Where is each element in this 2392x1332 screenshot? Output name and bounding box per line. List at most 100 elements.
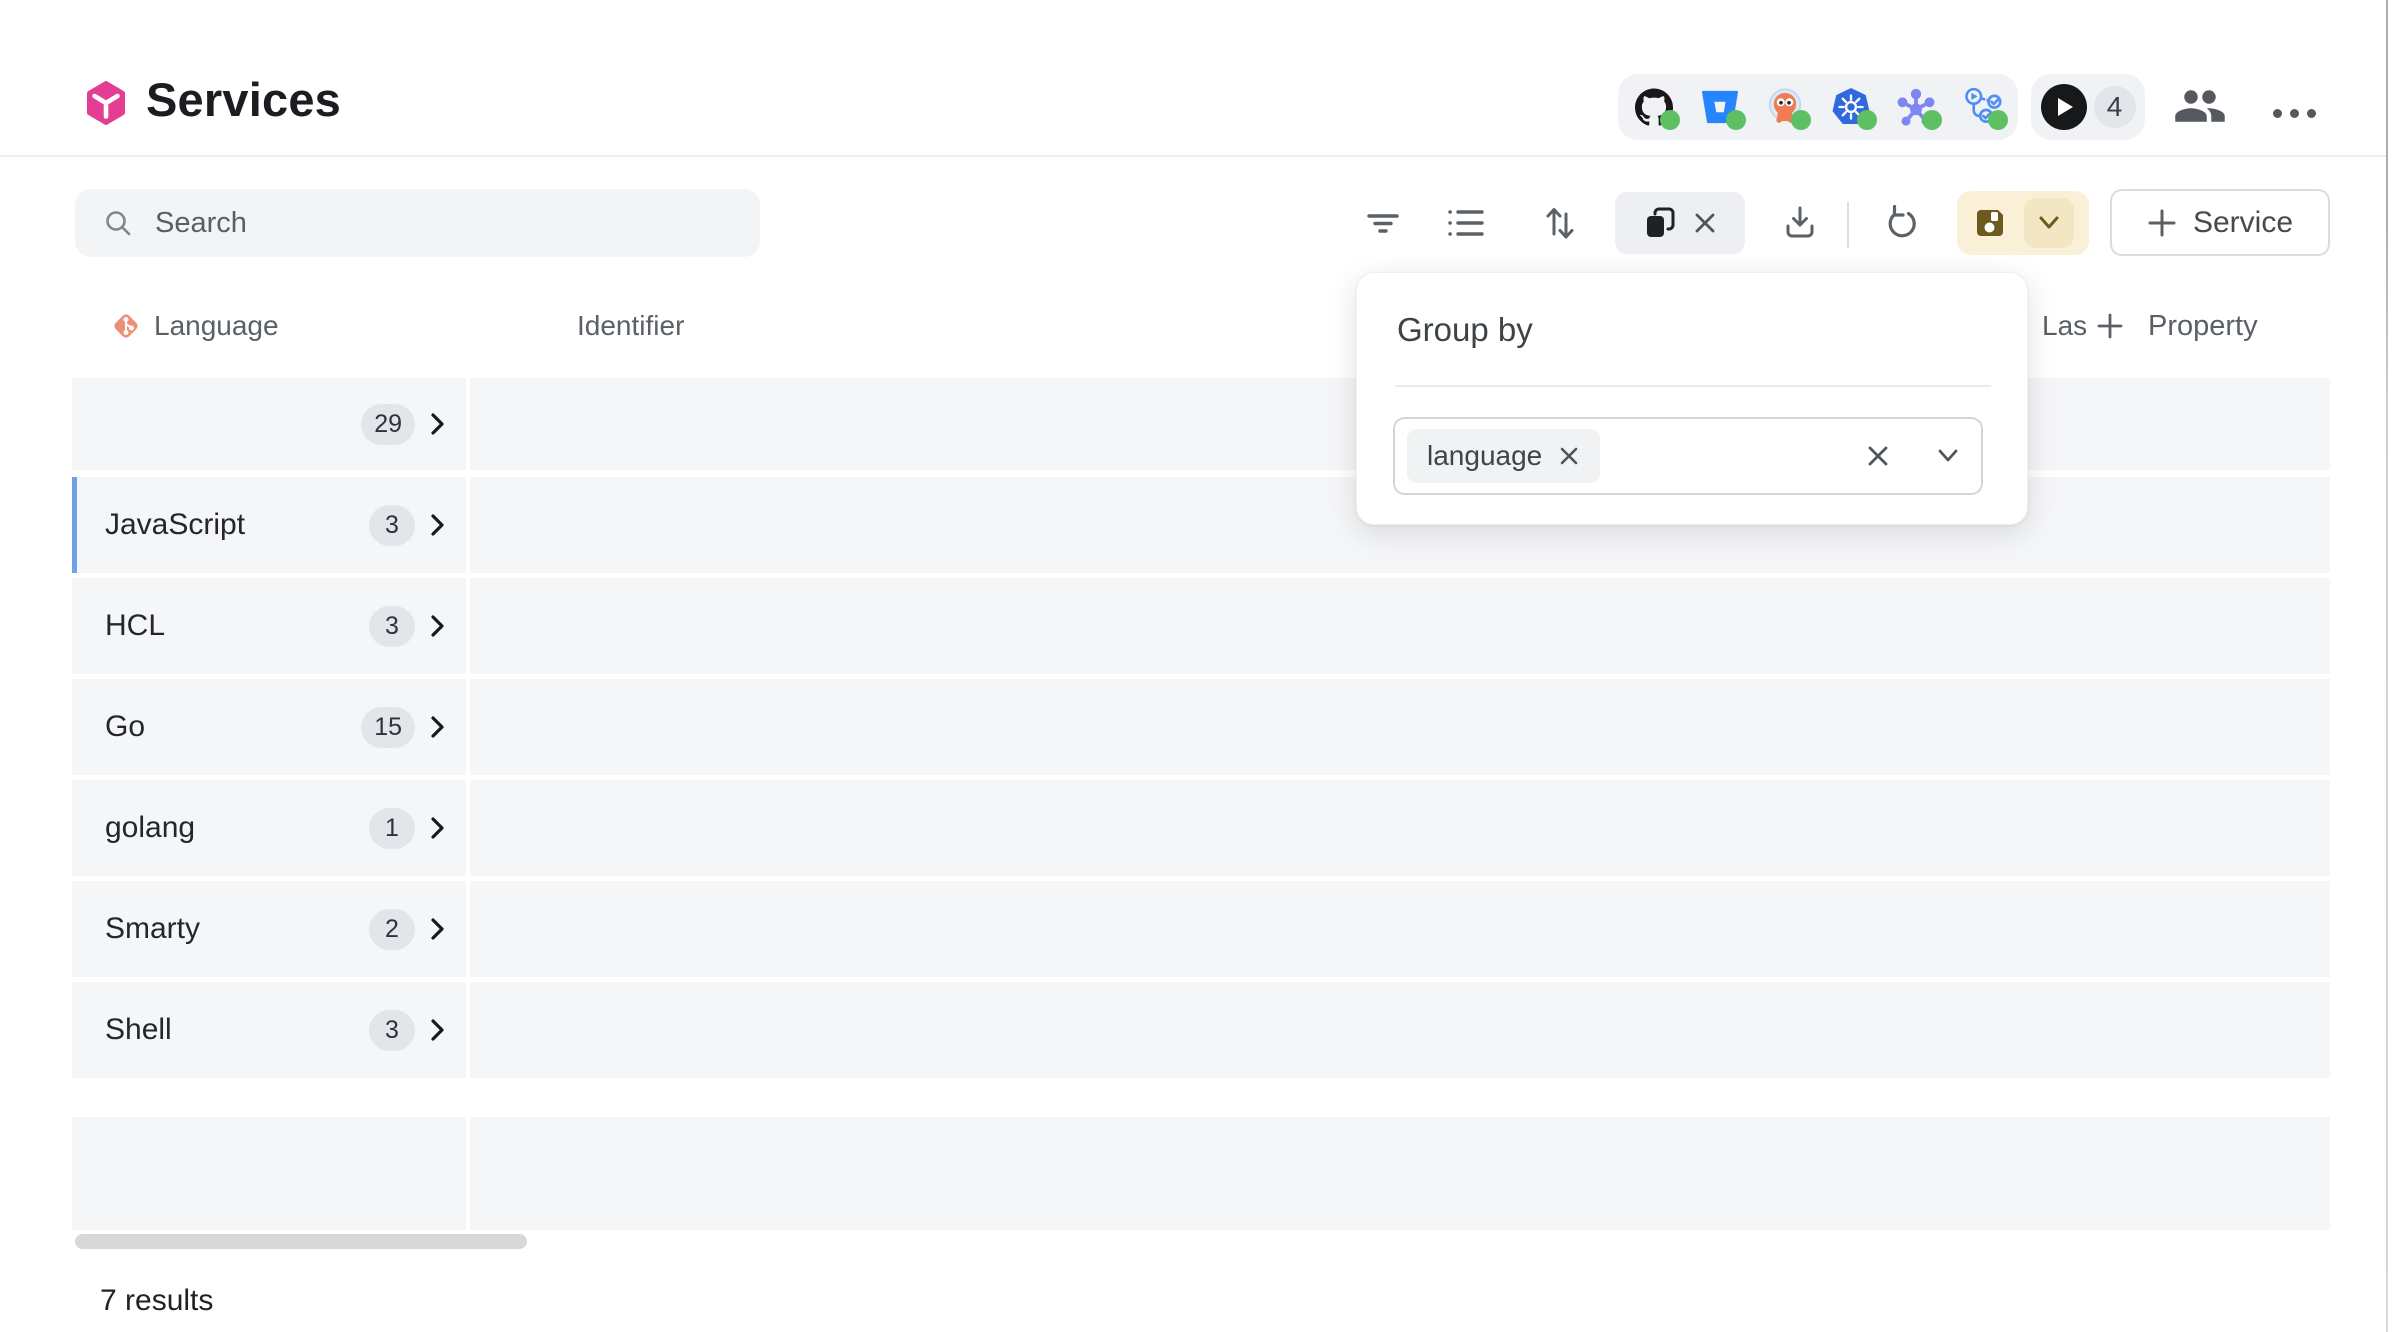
row-count-badge: 2: [369, 909, 415, 950]
row-detail-area: [470, 780, 2330, 876]
filter-icon[interactable]: [1361, 201, 1405, 245]
git-icon: [110, 310, 142, 342]
download-icon[interactable]: [1778, 201, 1822, 245]
row-count-badge: 15: [361, 707, 415, 748]
save-options-button[interactable]: [2024, 198, 2074, 248]
group-row-cell[interactable]: Go 15: [72, 679, 466, 775]
results-count: 7 results: [100, 1284, 213, 1318]
column-header-language[interactable]: Language: [110, 308, 279, 344]
group-row-cell[interactable]: Smarty 2: [72, 881, 466, 977]
row-detail-area: [470, 881, 2330, 977]
plus-icon: [2147, 208, 2177, 238]
github-icon[interactable]: [1634, 87, 1674, 127]
argocd-status-dot: [1791, 110, 1811, 130]
group-row-cell[interactable]: HCL 3: [72, 578, 466, 674]
column-header-identifier[interactable]: Identifier: [577, 308, 684, 344]
row-detail-area: [470, 982, 2330, 1078]
play-icon[interactable]: [2041, 84, 2087, 130]
add-service-label: Service: [2193, 206, 2293, 240]
table-row[interactable]: HCL 3: [72, 578, 2330, 674]
workflow-status-dot: [1988, 110, 2008, 130]
group-by-chip-label: language: [1427, 440, 1542, 472]
row-count-badge: 3: [369, 1010, 415, 1051]
row-count-badge: 3: [369, 606, 415, 647]
group-by-button[interactable]: [1615, 192, 1745, 254]
group-by-panel-divider: [1395, 385, 1991, 387]
chevron-right-icon[interactable]: [429, 815, 446, 841]
chevron-right-icon[interactable]: [429, 411, 446, 437]
list-view-icon[interactable]: [1444, 201, 1488, 245]
row-count-badge: 1: [369, 808, 415, 849]
cluster-hub-icon[interactable]: [1896, 87, 1936, 127]
search-icon: [103, 208, 133, 238]
row-detail-area: [470, 578, 2330, 674]
runs-count-badge: 4: [2094, 86, 2136, 128]
table-row[interactable]: Go 15: [72, 679, 2330, 775]
more-options-icon[interactable]: [2262, 102, 2326, 124]
chevron-right-icon[interactable]: [429, 714, 446, 740]
select-chevron-down-icon[interactable]: [1935, 447, 1961, 465]
kubernetes-status-dot: [1857, 110, 1877, 130]
group-row-cell[interactable]: JavaScript 3: [72, 477, 466, 573]
group-by-icon: [1643, 205, 1677, 241]
row-language-label: golang: [105, 811, 355, 845]
bitbucket-status-dot: [1726, 110, 1746, 130]
page-title: Services: [146, 72, 341, 127]
services-page: Services: [0, 0, 2392, 1332]
row-detail-area: [470, 679, 2330, 775]
table-footer-right: [470, 1117, 2330, 1230]
row-language-label: Shell: [105, 1013, 355, 1047]
row-language-label: Smarty: [105, 912, 355, 946]
save-icon: [1973, 206, 2007, 240]
chevron-right-icon[interactable]: [429, 1017, 446, 1043]
table-row[interactable]: golang 1: [72, 780, 2330, 876]
group-row-cell[interactable]: Shell 3: [72, 982, 466, 1078]
kubernetes-icon[interactable]: [1831, 87, 1871, 127]
row-language-label: JavaScript: [105, 508, 355, 542]
users-icon[interactable]: [2172, 80, 2228, 132]
row-language-label: Go: [105, 710, 347, 744]
group-row-cell[interactable]: 29: [72, 378, 466, 470]
toolbar-divider: [1847, 202, 1849, 248]
clear-group-by-icon[interactable]: [1693, 211, 1717, 235]
search-bar[interactable]: [75, 189, 760, 257]
integrations-status-bar: [1618, 74, 2018, 140]
chevron-right-icon[interactable]: [429, 916, 446, 942]
chevron-right-icon[interactable]: [429, 512, 446, 538]
runs-indicator[interactable]: 4: [2031, 74, 2145, 140]
save-view-button[interactable]: [1957, 191, 2023, 255]
group-by-panel-title: Group by: [1397, 311, 1533, 349]
row-language-label: HCL: [105, 609, 355, 643]
column-header-language-label: Language: [154, 310, 279, 342]
table-row[interactable]: Shell 3: [72, 982, 2330, 1078]
argocd-icon[interactable]: [1765, 87, 1805, 127]
chip-remove-icon[interactable]: [1558, 445, 1580, 467]
app-logo-cube-icon: [84, 81, 128, 125]
workflow-icon[interactable]: [1962, 87, 2002, 127]
column-header-last-truncated[interactable]: Las: [2042, 308, 2094, 344]
add-property-button[interactable]: Property: [2096, 304, 2258, 348]
group-by-panel: Group by language: [1356, 272, 2028, 525]
plus-icon: [2096, 312, 2124, 340]
group-by-select[interactable]: language: [1393, 417, 1983, 495]
add-property-label: Property: [2148, 310, 2258, 343]
sort-vertical-icon[interactable]: [1538, 201, 1582, 245]
table-footer-left: [72, 1117, 466, 1230]
window-edge-scrollbar[interactable]: [2386, 0, 2388, 1332]
header-divider: [0, 155, 2386, 157]
bitbucket-icon[interactable]: [1700, 87, 1740, 127]
row-count-badge: 29: [361, 404, 415, 445]
select-clear-icon[interactable]: [1865, 443, 1891, 469]
row-count-badge: 3: [369, 505, 415, 546]
add-service-button[interactable]: Service: [2110, 189, 2330, 256]
table-row[interactable]: Smarty 2: [72, 881, 2330, 977]
github-status-dot: [1660, 110, 1680, 130]
group-row-cell[interactable]: golang 1: [72, 780, 466, 876]
horizontal-scrollbar-thumb[interactable]: [75, 1234, 527, 1249]
cluster-hub-status-dot: [1922, 110, 1942, 130]
save-view-split-button: [1957, 191, 2089, 255]
undo-icon[interactable]: [1880, 201, 1924, 245]
search-input[interactable]: [153, 206, 697, 241]
group-by-chip-language[interactable]: language: [1407, 429, 1600, 483]
chevron-right-icon[interactable]: [429, 613, 446, 639]
